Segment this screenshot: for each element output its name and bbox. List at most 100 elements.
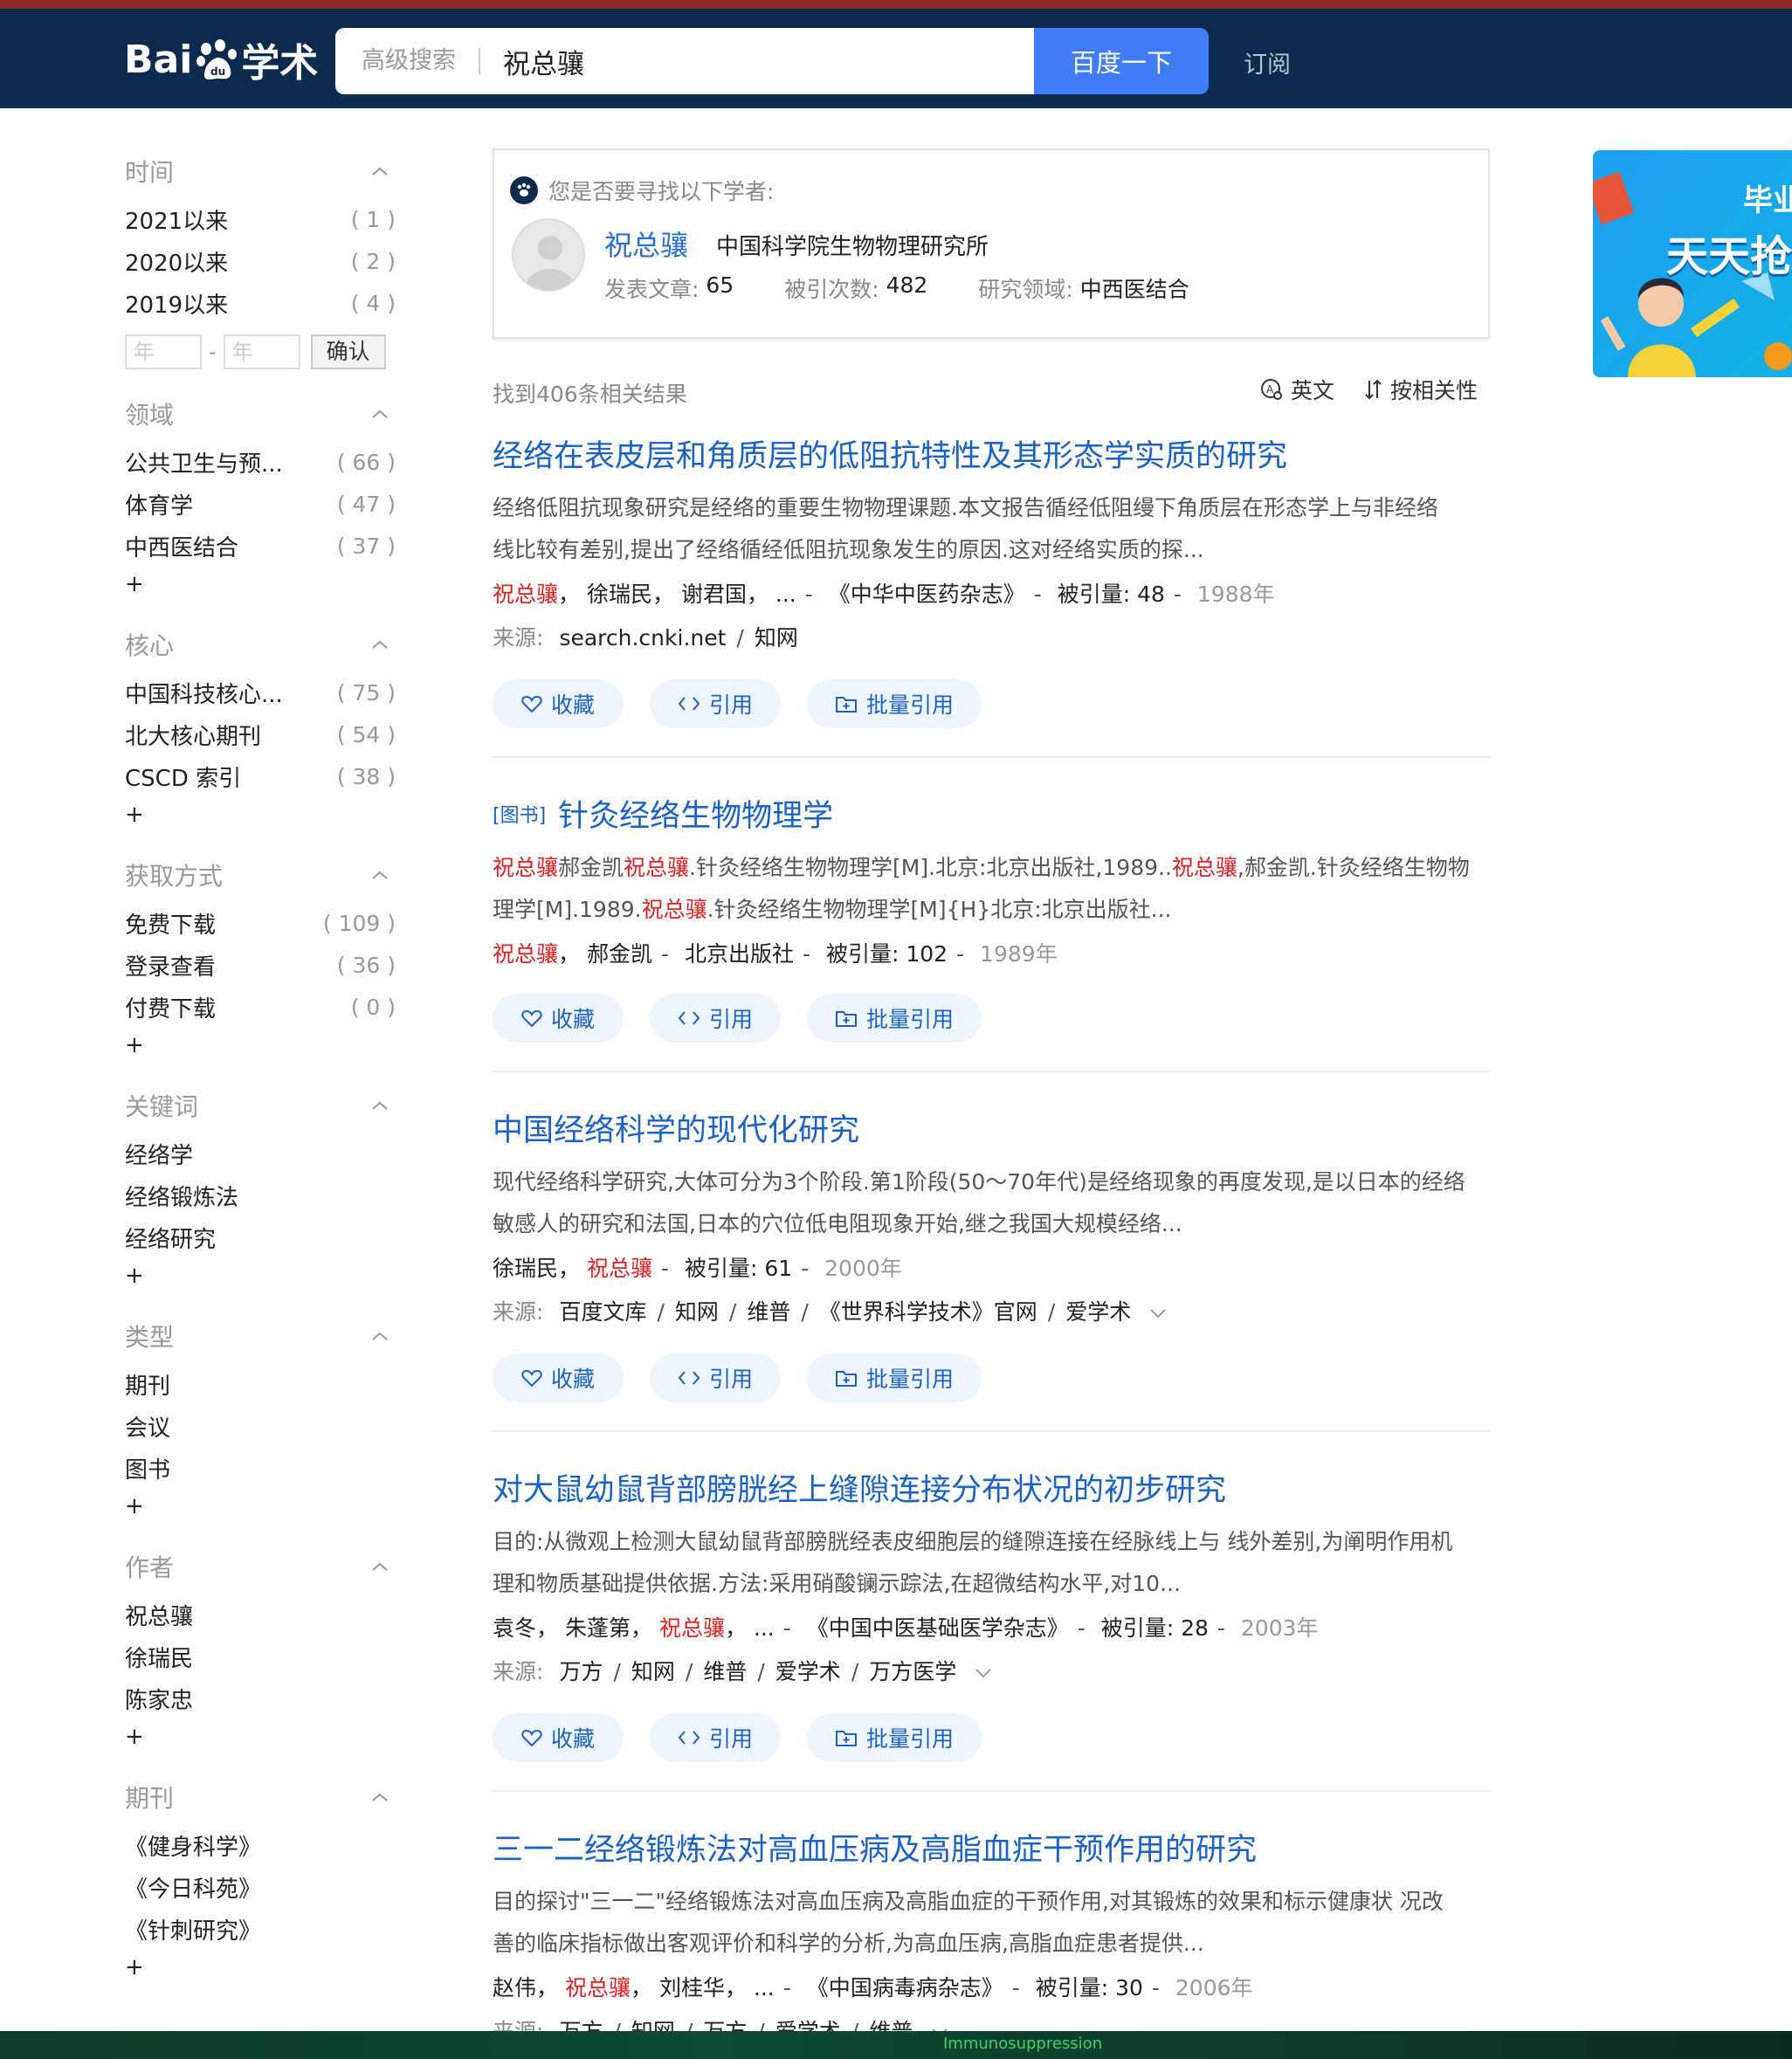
facet-type-header[interactable]: 类型 bbox=[125, 1318, 396, 1354]
facet-item[interactable]: 中国科技核心... ( 75 ) bbox=[125, 671, 396, 713]
facet-author-header[interactable]: 作者 bbox=[125, 1548, 396, 1585]
facet-item[interactable]: 陈家忠 bbox=[125, 1677, 396, 1719]
collect-button[interactable]: 收藏 bbox=[493, 1713, 624, 1762]
result-title[interactable]: 三一二经络锻炼法对高血压病及高脂血症干预作用的研究 bbox=[493, 1825, 1490, 1876]
source-link[interactable]: 万方医学 bbox=[869, 1659, 956, 1684]
year-from-input[interactable]: 年 bbox=[125, 334, 202, 369]
author-link[interactable]: 祝总骧 bbox=[587, 1256, 652, 1281]
cite-button[interactable]: 引用 bbox=[650, 994, 781, 1043]
batch-cite-button[interactable]: 批量引用 bbox=[807, 1353, 982, 1402]
author-link[interactable]: 刘桂华 bbox=[659, 1975, 725, 2000]
batch-cite-button[interactable]: 批量引用 bbox=[807, 994, 982, 1043]
cite-button[interactable]: 引用 bbox=[650, 679, 781, 728]
search-input[interactable]: 祝总骧 bbox=[480, 42, 584, 81]
source-link[interactable]: 百度文库 bbox=[559, 1299, 646, 1325]
facet-more-button[interactable]: + bbox=[125, 567, 396, 602]
english-filter[interactable]: A 英文 bbox=[1259, 374, 1334, 405]
author-link[interactable]: 谢君国 bbox=[681, 582, 747, 607]
cite-button[interactable]: 引用 bbox=[650, 1353, 781, 1402]
source-link[interactable]: 知网 bbox=[631, 1659, 675, 1684]
advanced-search-link[interactable]: 高级搜索 bbox=[335, 48, 480, 74]
subscribe-link[interactable]: 订阅 bbox=[1244, 45, 1291, 79]
journal-link[interactable]: 《中华中医药杂志》 bbox=[829, 582, 1025, 607]
facet-item[interactable]: 《健身科学》 bbox=[125, 1824, 396, 1866]
search-button[interactable]: 百度一下 bbox=[1034, 28, 1209, 94]
author-link[interactable]: 徐瑞民 bbox=[493, 1256, 558, 1281]
collect-button[interactable]: 收藏 bbox=[493, 994, 624, 1043]
facet-item[interactable]: 会议 bbox=[125, 1405, 396, 1447]
facet-item[interactable]: 登录查看 ( 36 ) bbox=[125, 944, 396, 986]
cited-count[interactable]: 被引量: 30 bbox=[1036, 1975, 1143, 2000]
facet-item[interactable]: 2021以来 ( 1 ) bbox=[125, 198, 396, 240]
author-link[interactable]: 朱蓬第 bbox=[565, 1615, 631, 1641]
chevron-up-icon[interactable] bbox=[364, 629, 396, 660]
author-link[interactable]: 赵伟 bbox=[493, 1975, 536, 2000]
collect-button[interactable]: 收藏 bbox=[493, 1353, 624, 1402]
facet-item[interactable]: 徐瑞民 bbox=[125, 1635, 396, 1677]
chevron-down-icon[interactable] bbox=[974, 1667, 993, 1679]
facet-more-button[interactable]: + bbox=[125, 1950, 396, 1985]
result-title[interactable]: 中国经络科学的现代化研究 bbox=[493, 1105, 1490, 1156]
result-title[interactable]: 对大鼠幼鼠背部膀胱经上缝隙连接分布状况的初步研究 bbox=[493, 1465, 1490, 1516]
facet-more-button[interactable]: + bbox=[125, 1719, 396, 1754]
collect-button[interactable]: 收藏 bbox=[493, 679, 624, 728]
facet-item[interactable]: 北大核心期刊 ( 54 ) bbox=[125, 713, 396, 755]
chevron-up-icon[interactable] bbox=[364, 1781, 396, 1813]
source-link[interactable]: 爱学术 bbox=[775, 1659, 841, 1684]
facet-access-header[interactable]: 获取方式 bbox=[125, 857, 396, 893]
facet-item[interactable]: 中西医结合 ( 37 ) bbox=[125, 525, 396, 567]
batch-cite-button[interactable]: 批量引用 bbox=[807, 679, 982, 728]
facet-field-header[interactable]: 领域 bbox=[125, 396, 396, 432]
author-link[interactable]: 祝总骧 bbox=[565, 1975, 631, 2000]
journal-link[interactable]: 《中国中医基础医学杂志》 bbox=[807, 1615, 1069, 1641]
promo-banner[interactable]: 毕业 天天抢 bbox=[1593, 150, 1792, 377]
chevron-up-icon[interactable] bbox=[364, 398, 396, 430]
facet-item[interactable]: 期刊 bbox=[125, 1363, 396, 1405]
facet-item[interactable]: 付费下载 ( 0 ) bbox=[125, 986, 396, 1028]
cited-count[interactable]: 被引量: 102 bbox=[826, 941, 948, 967]
source-link[interactable]: 维普 bbox=[703, 1659, 747, 1684]
facet-item[interactable]: 经络锻炼法 bbox=[125, 1174, 396, 1216]
bottom-banner[interactable]: Immunosuppression bbox=[0, 2031, 1792, 2059]
source-link[interactable]: 《世界科学技术》官网 bbox=[819, 1299, 1037, 1325]
facet-item[interactable]: 公共卫生与预... ( 66 ) bbox=[125, 441, 396, 483]
facet-core-header[interactable]: 核心 bbox=[125, 626, 396, 663]
baidu-xueshu-logo[interactable]: Bai du 学术 bbox=[124, 31, 318, 87]
cite-button[interactable]: 引用 bbox=[650, 1713, 781, 1762]
facet-item[interactable]: 图书 bbox=[125, 1447, 396, 1489]
facet-more-button[interactable]: + bbox=[125, 1258, 396, 1293]
source-link[interactable]: 维普 bbox=[747, 1299, 790, 1325]
facet-more-button[interactable]: + bbox=[125, 1489, 396, 1524]
chevron-up-icon[interactable] bbox=[364, 1551, 396, 1582]
cited-count[interactable]: 被引量: 28 bbox=[1101, 1615, 1209, 1641]
chevron-up-icon[interactable] bbox=[364, 859, 396, 891]
journal-link[interactable]: 《中国病毒病杂志》 bbox=[807, 1975, 1003, 2000]
result-title[interactable]: 针灸经络生物物理学 bbox=[558, 791, 833, 842]
facet-item[interactable]: 2020以来 ( 2 ) bbox=[125, 240, 396, 282]
year-to-input[interactable]: 年 bbox=[223, 334, 300, 369]
source-link[interactable]: 万方 bbox=[559, 1659, 603, 1684]
result-title[interactable]: 经络在表皮层和角质层的低阻抗特性及其形态学实质的研究 bbox=[493, 431, 1490, 482]
facet-item[interactable]: 经络研究 bbox=[125, 1216, 396, 1258]
author-link[interactable]: 袁冬 bbox=[493, 1615, 536, 1641]
facet-more-button[interactable]: + bbox=[125, 797, 396, 832]
source-link[interactable]: search.cnki.net bbox=[559, 625, 726, 651]
facet-item[interactable]: 免费下载 ( 109 ) bbox=[125, 902, 396, 944]
sort-relevance[interactable]: 按相关性 bbox=[1364, 374, 1478, 405]
chevron-up-icon[interactable] bbox=[364, 1090, 396, 1121]
facet-journal-header[interactable]: 期刊 bbox=[125, 1779, 396, 1815]
author-link[interactable]: 徐瑞民 bbox=[587, 582, 652, 607]
author-link[interactable]: 祝总骧 bbox=[659, 1615, 725, 1641]
source-link[interactable]: 爱学术 bbox=[1065, 1299, 1131, 1325]
chevron-up-icon[interactable] bbox=[364, 1320, 396, 1352]
facet-time-header[interactable]: 时间 bbox=[125, 153, 396, 189]
facet-item[interactable]: 2019以来 ( 4 ) bbox=[125, 282, 396, 324]
search-box[interactable]: 高级搜索 祝总骧 bbox=[335, 28, 1034, 94]
batch-cite-button[interactable]: 批量引用 bbox=[807, 1713, 982, 1762]
facet-more-button[interactable]: + bbox=[125, 1028, 396, 1063]
facet-item[interactable]: CSCD 索引 ( 38 ) bbox=[125, 755, 396, 797]
cited-count[interactable]: 被引量: 61 bbox=[685, 1256, 792, 1281]
facet-item[interactable]: 体育学 ( 47 ) bbox=[125, 483, 396, 525]
avatar[interactable] bbox=[512, 218, 585, 292]
scholar-name-link[interactable]: 祝总骧 bbox=[604, 224, 688, 264]
